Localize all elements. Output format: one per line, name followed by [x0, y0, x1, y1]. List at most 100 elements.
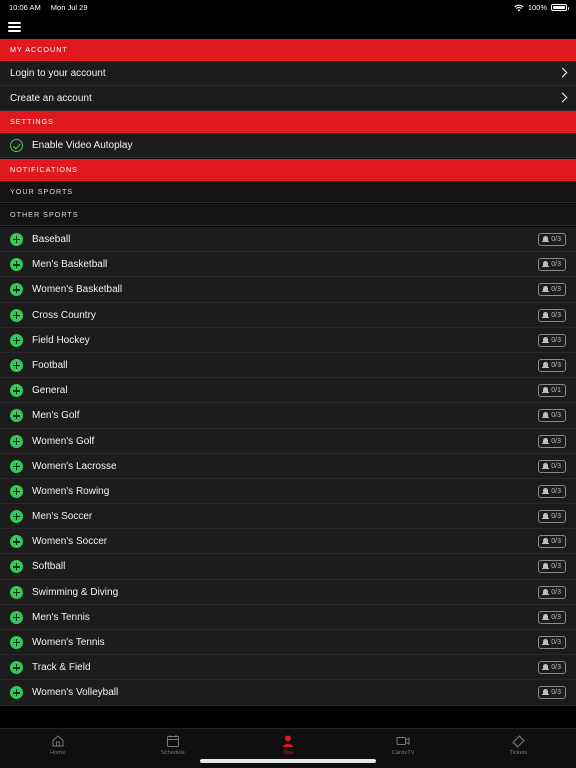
add-circle-icon[interactable]: [10, 585, 23, 599]
notification-count-badge[interactable]: 0/3: [538, 459, 566, 473]
add-circle-icon[interactable]: [10, 459, 23, 473]
notification-count-badge[interactable]: 0/3: [538, 560, 566, 574]
sport-row[interactable]: Track & Field 0/3: [0, 655, 576, 681]
notification-count: 0/3: [551, 462, 561, 470]
notification-count: 0/1: [551, 387, 561, 395]
sport-row[interactable]: Softball 0/3: [0, 554, 576, 580]
notification-count-badge[interactable]: 0/3: [538, 535, 566, 549]
sport-name: Track & Field: [32, 662, 91, 674]
sport-name: Swimming & Diving: [32, 586, 119, 598]
notification-count-badge[interactable]: 0/3: [538, 636, 566, 649]
notification-count-badge[interactable]: 0/3: [538, 434, 566, 448]
add-circle-icon[interactable]: [10, 636, 23, 649]
login-row[interactable]: Login to your account: [0, 61, 576, 86]
tab-home[interactable]: Home: [0, 729, 115, 768]
sport-row[interactable]: Women's Rowing 0/3: [0, 478, 576, 505]
sports-list: Baseball 0/3 Men's Basketball 0/3 Women's Ba…: [0, 227, 576, 706]
notification-count-badge[interactable]: 0/3: [538, 258, 566, 272]
menu-icon[interactable]: [8, 22, 21, 32]
sport-row[interactable]: Baseball 0/3: [0, 227, 576, 253]
sport-name: Women's Volleyball: [32, 687, 119, 699]
notification-count: 0/3: [551, 311, 561, 319]
add-circle-icon[interactable]: [10, 560, 23, 574]
add-circle-icon[interactable]: [10, 535, 23, 549]
bell-icon: [542, 588, 550, 596]
add-circle-icon[interactable]: [10, 686, 23, 700]
sport-name: Women's Basketball: [32, 284, 123, 296]
tab-tickets[interactable]: Tickets: [461, 729, 576, 768]
sport-row[interactable]: Men's Golf 0/3: [0, 403, 576, 429]
notification-count: 0/3: [551, 336, 561, 344]
checkmark-icon[interactable]: [10, 139, 23, 152]
notification-count-badge[interactable]: 0/3: [538, 661, 566, 675]
sport-name: Men's Basketball: [32, 259, 108, 271]
sport-row[interactable]: Women's Tennis 0/3: [0, 630, 576, 656]
notification-count-badge[interactable]: 0/1: [538, 384, 566, 398]
autoplay-row[interactable]: Enable Video Autoplay: [0, 133, 576, 158]
sport-row[interactable]: Men's Tennis 0/3: [0, 604, 576, 630]
wifi-icon: [514, 4, 524, 11]
add-circle-icon[interactable]: [10, 258, 23, 272]
home-icon: [52, 735, 64, 747]
sport-row[interactable]: Cross Country 0/3: [0, 302, 576, 328]
notification-count-badge[interactable]: 0/3: [538, 333, 566, 347]
sport-row[interactable]: General 0/1: [0, 378, 576, 404]
bell-icon: [542, 311, 550, 319]
section-notifications: NOTIFICATIONS: [0, 159, 576, 181]
sport-row[interactable]: Women's Basketball 0/3: [0, 277, 576, 303]
sport-row[interactable]: Women's Soccer 0/3: [0, 529, 576, 555]
add-circle-icon[interactable]: [10, 333, 23, 347]
add-circle-icon[interactable]: [10, 661, 23, 675]
create-account-row[interactable]: Create an account: [0, 86, 576, 111]
add-circle-icon[interactable]: [10, 610, 23, 624]
notification-count: 0/3: [551, 588, 561, 596]
add-circle-icon[interactable]: [10, 409, 23, 423]
tab-home-label: Home: [49, 750, 66, 756]
tab-you-label: You: [283, 750, 293, 756]
notification-count-badge[interactable]: 0/3: [538, 510, 566, 524]
add-circle-icon[interactable]: [10, 283, 23, 297]
sport-name: Football: [32, 359, 68, 371]
add-circle-icon[interactable]: [10, 358, 23, 372]
notification-count: 0/3: [551, 412, 561, 420]
sport-row[interactable]: Women's Golf 0/3: [0, 428, 576, 454]
bell-icon: [542, 261, 550, 268]
notification-count-badge[interactable]: 0/3: [538, 308, 566, 322]
sport-row[interactable]: Women's Lacrosse 0/3: [0, 453, 576, 479]
tab-tickets-label: Tickets: [509, 750, 528, 756]
add-circle-icon[interactable]: [10, 233, 23, 246]
notification-count: 0/3: [551, 613, 561, 621]
sport-row[interactable]: Men's Basketball 0/3: [0, 252, 576, 278]
add-circle-icon[interactable]: [10, 434, 23, 448]
bell-icon: [542, 437, 550, 445]
home-indicator[interactable]: [200, 759, 376, 763]
bell-icon: [542, 538, 550, 545]
notification-count: 0/3: [551, 361, 561, 369]
notification-count: 0/3: [551, 513, 561, 521]
sport-name: Women's Rowing: [32, 485, 110, 497]
notification-count-badge[interactable]: 0/3: [538, 484, 566, 498]
status-time: 10:06 AM: [9, 3, 41, 12]
add-circle-icon[interactable]: [10, 510, 23, 524]
bell-icon: [542, 563, 550, 570]
notification-count-badge[interactable]: 0/3: [538, 610, 566, 624]
add-circle-icon[interactable]: [10, 384, 23, 398]
add-circle-icon[interactable]: [10, 308, 23, 322]
sport-row[interactable]: Swimming & Diving 0/3: [0, 579, 576, 605]
sport-row[interactable]: Men's Soccer 0/3: [0, 504, 576, 530]
sport-name: Men's Tennis: [32, 611, 90, 623]
notification-count-badge[interactable]: 0/3: [538, 233, 566, 246]
notification-count-badge[interactable]: 0/3: [538, 283, 566, 297]
sport-row[interactable]: Football 0/3: [0, 352, 576, 379]
sport-row[interactable]: Field Hockey 0/3: [0, 327, 576, 353]
notification-count-badge[interactable]: 0/3: [538, 358, 566, 372]
notification-count-badge[interactable]: 0/3: [538, 585, 566, 599]
sport-name: Softball: [32, 561, 66, 573]
sport-name: Men's Golf: [32, 410, 80, 422]
sport-row[interactable]: Women's Volleyball 0/3: [0, 680, 576, 706]
bell-icon: [542, 689, 550, 696]
notification-count-badge[interactable]: 0/3: [538, 409, 566, 423]
create-account-label: Create an account: [10, 92, 92, 104]
add-circle-icon[interactable]: [10, 484, 23, 498]
notification-count-badge[interactable]: 0/3: [538, 686, 566, 700]
